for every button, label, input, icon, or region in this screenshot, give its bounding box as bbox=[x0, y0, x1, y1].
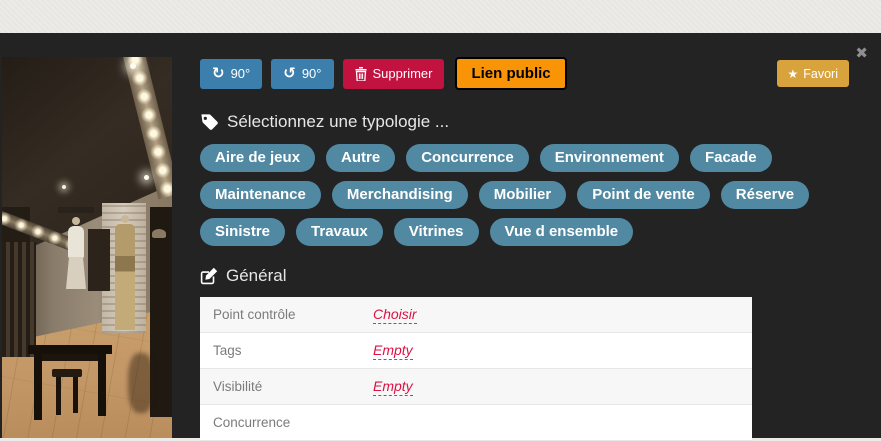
typology-option[interactable]: Maintenance bbox=[200, 181, 321, 209]
delete-button-label: Supprimer bbox=[373, 66, 433, 81]
photo-mannequin-1 bbox=[66, 257, 86, 289]
photo-mannequin-2 bbox=[121, 215, 129, 223]
row-value-editable[interactable]: Choisir bbox=[373, 306, 417, 324]
typology-option[interactable]: Merchandising bbox=[332, 181, 468, 209]
typology-prompt-text: Sélectionnez une typologie ... bbox=[227, 112, 449, 132]
typology-option[interactable]: Concurrence bbox=[406, 144, 529, 172]
photo-table bbox=[42, 354, 98, 361]
general-table: Point contrôle Choisir Tags Empty Visibi… bbox=[200, 297, 752, 441]
rotate-counterclockwise-button[interactable]: ↺ 90° bbox=[271, 59, 333, 89]
row-value-editable[interactable]: Empty bbox=[373, 342, 413, 360]
rotate-clockwise-button[interactable]: ↻ 90° bbox=[200, 59, 262, 89]
table-row: Concurrence bbox=[200, 405, 752, 441]
typology-option[interactable]: Environnement bbox=[540, 144, 679, 172]
row-label: Concurrence bbox=[200, 415, 373, 430]
page-background-strip bbox=[0, 0, 881, 33]
photo-stool bbox=[56, 377, 61, 415]
photo-mannequin-1 bbox=[72, 217, 80, 225]
row-value-editable[interactable]: Empty bbox=[373, 378, 413, 396]
table-row: Visibilité Empty bbox=[200, 369, 752, 405]
photo-clothes-rack-left bbox=[2, 242, 36, 357]
rotate-counterclockwise-label: 90° bbox=[302, 66, 322, 81]
typology-prompt: Sélectionnez une typologie ... bbox=[200, 112, 862, 132]
photo-preview bbox=[2, 57, 172, 438]
photo-shadow bbox=[128, 353, 154, 413]
typology-option[interactable]: Vue d ensemble bbox=[490, 218, 634, 246]
row-label: Point contrôle bbox=[200, 307, 373, 322]
general-section-header: Général bbox=[200, 266, 862, 286]
public-link-button[interactable]: Lien public bbox=[455, 57, 566, 90]
typology-option[interactable]: Mobilier bbox=[479, 181, 567, 209]
typology-option[interactable]: Travaux bbox=[296, 218, 383, 246]
typology-option[interactable]: Facade bbox=[690, 144, 772, 172]
photo-hat bbox=[152, 229, 166, 238]
typology-option[interactable]: Aire de jeux bbox=[200, 144, 315, 172]
trash-icon bbox=[355, 67, 367, 81]
photo-light-flare bbox=[144, 175, 149, 180]
typology-option[interactable]: Réserve bbox=[721, 181, 809, 209]
public-link-label: Lien public bbox=[471, 65, 550, 82]
delete-button[interactable]: Supprimer bbox=[343, 59, 445, 89]
typology-option[interactable]: Autre bbox=[326, 144, 395, 172]
photo-table bbox=[98, 354, 106, 416]
typology-option[interactable]: Vitrines bbox=[394, 218, 479, 246]
tag-icon bbox=[200, 113, 219, 132]
rotate-clockwise-icon: ↻ bbox=[212, 66, 225, 81]
table-row: Point contrôle Choisir bbox=[200, 297, 752, 333]
rotate-clockwise-label: 90° bbox=[231, 66, 251, 81]
photo-toolbar: ↻ 90° ↺ 90° Supprimer Lien bbox=[200, 55, 862, 92]
general-section-title: Général bbox=[226, 266, 286, 286]
rotate-counterclockwise-icon: ↺ bbox=[283, 66, 296, 81]
typology-options: Aire de jeux Autre Concurrence Environne… bbox=[200, 144, 860, 246]
typology-option[interactable]: Point de vente bbox=[577, 181, 710, 209]
photo-mannequin-1 bbox=[68, 226, 84, 258]
row-label: Tags bbox=[200, 343, 373, 358]
table-row: Tags Empty bbox=[200, 333, 752, 369]
photo-table bbox=[34, 354, 42, 420]
photo-detail-modal: ✖ ★ Favori bbox=[0, 33, 881, 438]
row-label: Visibilité bbox=[200, 379, 373, 394]
typology-option[interactable]: Sinistre bbox=[200, 218, 285, 246]
photo-light-flare bbox=[130, 63, 136, 69]
photo-wall-sign bbox=[58, 207, 94, 213]
photo-clothes-rack-mid bbox=[88, 229, 110, 291]
photo-stool bbox=[73, 377, 78, 413]
photo-stool bbox=[52, 369, 82, 377]
photo-mannequin-2 bbox=[115, 224, 135, 330]
photo-table bbox=[28, 345, 112, 354]
edit-icon bbox=[200, 267, 218, 285]
photo-light-flare bbox=[62, 185, 66, 189]
